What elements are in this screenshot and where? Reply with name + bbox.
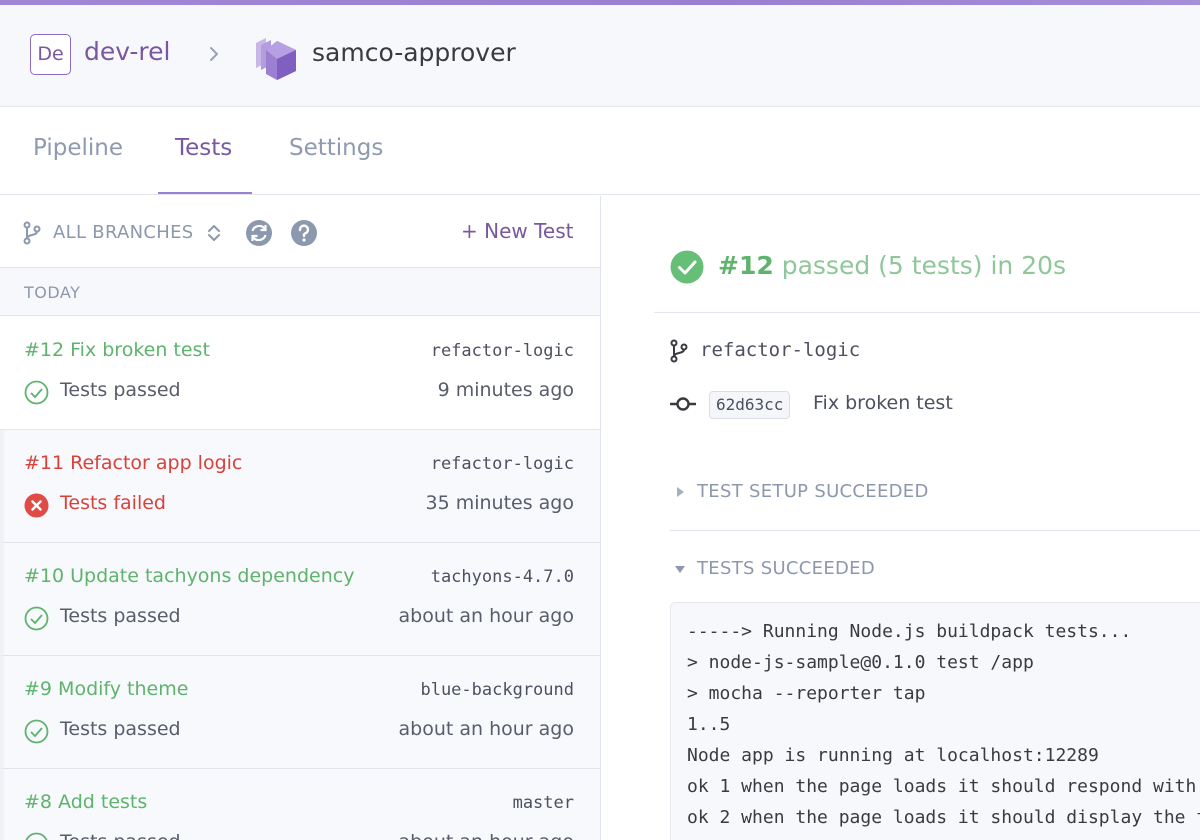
new-test-button[interactable]: + New Test	[461, 219, 573, 243]
test-run-row[interactable]: #11 Refactor app logic refactor-logic Te…	[0, 430, 600, 543]
run-title: #10 Update tachyons dependency	[24, 565, 355, 587]
run-time: about an hour ago	[398, 718, 574, 740]
app-name[interactable]: samco-approver	[312, 38, 516, 67]
tab-settings[interactable]: Settings	[289, 135, 383, 161]
test-run-row[interactable]: #9 Modify theme blue-background Tests pa…	[0, 656, 600, 769]
test-run-row[interactable]: #8 Add tests master Tests passed about a…	[0, 769, 600, 840]
run-title: #9 Modify theme	[24, 678, 189, 700]
test-runs-panel: ALL BRANCHES + New Test TODAY #12 Fix br…	[0, 196, 601, 840]
branch-filter[interactable]: ALL BRANCHES	[53, 222, 194, 243]
log-line: > mocha --reporter tap	[687, 683, 926, 704]
run-title: #11 Refactor app logic	[24, 452, 243, 474]
run-time: 9 minutes ago	[437, 379, 574, 401]
test-run-row[interactable]: #12 Fix broken test refactor-logic Tests…	[0, 317, 600, 430]
run-branch: master	[512, 793, 574, 813]
check-circle-icon	[24, 380, 49, 405]
run-branch: blue-background	[420, 680, 574, 700]
refresh-icon[interactable]	[245, 219, 273, 247]
commit-icon	[670, 397, 696, 411]
caret-down-icon[interactable]	[674, 563, 686, 575]
log-line: ok 2 when the page loads it should displ…	[687, 807, 1200, 828]
check-circle-icon	[25, 832, 48, 840]
branch-icon	[670, 339, 688, 363]
help-icon[interactable]	[290, 219, 318, 247]
divider	[654, 312, 1200, 313]
app-header: De dev-rel samco-approver	[0, 5, 1200, 107]
run-branch: refactor-logic	[430, 341, 574, 361]
section-label: TODAY	[24, 283, 81, 302]
step-tests[interactable]: TESTS SUCCEEDED	[697, 558, 875, 579]
run-time: about an hour ago	[398, 605, 574, 627]
run-title: #12 Fix broken test	[24, 339, 210, 361]
step-test-setup[interactable]: TEST SETUP SUCCEEDED	[697, 481, 929, 502]
run-number: #12	[718, 251, 774, 280]
section-header-today: TODAY	[0, 268, 600, 316]
test-run-row[interactable]: #10 Update tachyons dependency tachyons-…	[0, 543, 600, 656]
run-time: 35 minutes ago	[425, 492, 575, 514]
branch-icon	[23, 221, 41, 245]
run-branch: refactor-logic	[430, 454, 574, 474]
run-branch: tachyons-4.7.0	[430, 567, 574, 587]
updown-icon[interactable]	[206, 223, 222, 243]
commit-sha-link[interactable]: 62d63cc	[709, 391, 791, 419]
log-line: > node-js-sample@0.1.0 test /app	[687, 652, 1034, 673]
check-circle-icon	[24, 719, 49, 744]
log-line: ok 1 when the page loads it should respo…	[687, 776, 1200, 797]
log-line: -----> Running Node.js buildpack tests..…	[687, 621, 1132, 642]
divider	[670, 530, 1200, 531]
caret-right-icon[interactable]	[674, 486, 686, 498]
app-cube-icon	[256, 38, 296, 80]
check-circle-icon	[24, 606, 49, 631]
run-title: #8 Add tests	[24, 791, 148, 813]
org-name-link[interactable]: dev-rel	[84, 37, 170, 66]
commit-message: Fix broken test	[813, 392, 953, 414]
tab-pipeline[interactable]: Pipeline	[33, 135, 123, 161]
check-circle-icon	[670, 250, 704, 284]
run-status: Tests passed	[60, 831, 181, 840]
log-line: 1..5	[687, 714, 731, 735]
active-tab-indicator	[158, 192, 252, 194]
list-toolbar: ALL BRANCHES + New Test	[0, 196, 600, 268]
run-status: Tests failed	[60, 492, 166, 514]
run-time: about an hour ago	[399, 831, 574, 840]
tab-tests[interactable]: Tests	[175, 135, 232, 161]
chevron-right-icon	[210, 47, 218, 61]
run-status: Tests passed	[60, 605, 181, 627]
log-line: Node app is running at localhost:12289	[687, 745, 1099, 766]
x-circle-icon	[24, 493, 49, 518]
run-status: Tests passed	[60, 379, 181, 401]
result-text: passed (5 tests) in 20s	[781, 251, 1067, 280]
test-output-log[interactable]: -----> Running Node.js buildpack tests..…	[670, 602, 1200, 840]
result-summary: #12 passed (5 tests) in 20s	[718, 251, 1066, 280]
test-run-detail: #12 passed (5 tests) in 20s refactor-log…	[602, 196, 1200, 840]
org-badge[interactable]: De	[30, 34, 71, 75]
detail-branch[interactable]: refactor-logic	[700, 339, 860, 361]
run-status: Tests passed	[60, 718, 181, 740]
tab-bar: Pipeline Tests Settings	[0, 107, 1200, 195]
